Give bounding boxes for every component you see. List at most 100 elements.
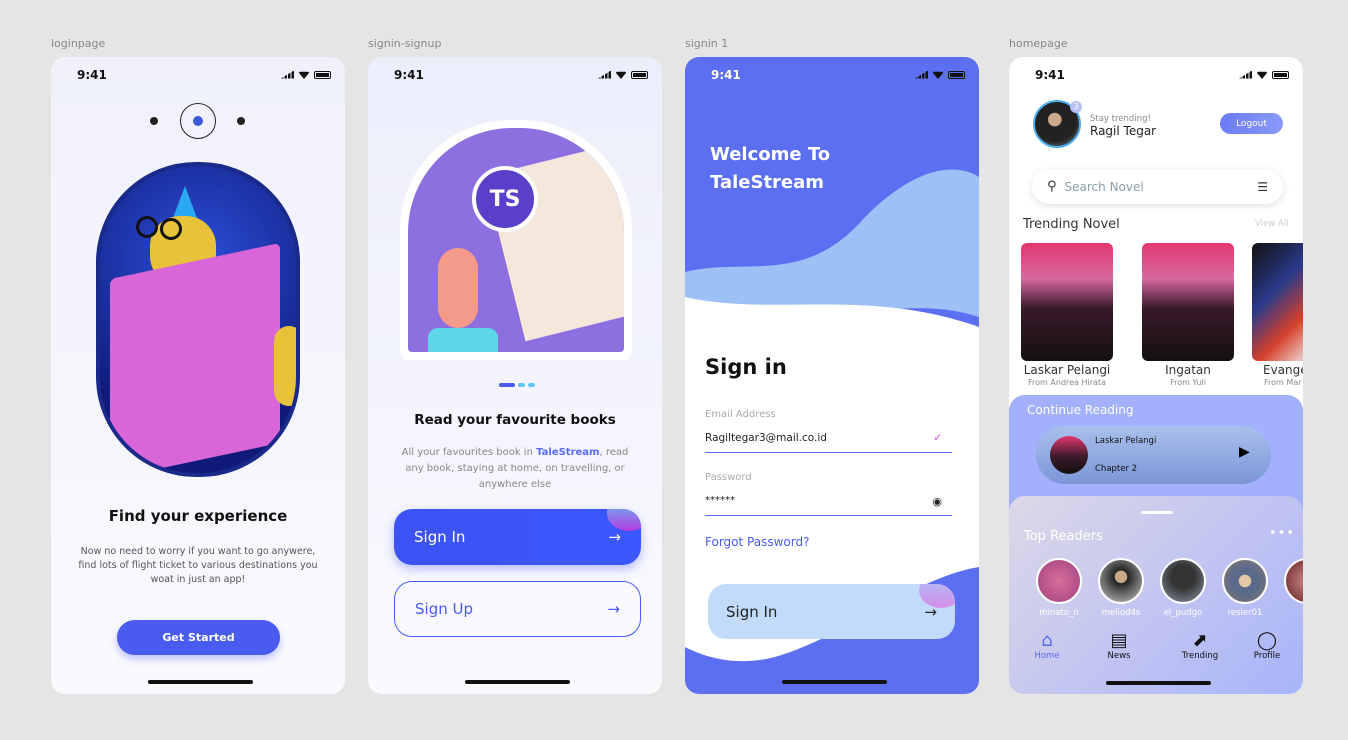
nav-label: Trending [1181,651,1219,661]
trending-icon: ⬈ [1192,630,1208,651]
status-time: 9:41 [711,68,741,82]
novel-cover[interactable] [1021,243,1113,361]
search-icon: ⚲ [1047,179,1057,194]
signin-frame: 9:41 Welcome To TaleStream Sign in Email… [685,57,979,694]
novel-cover[interactable] [1252,243,1303,361]
novel-author: From Andrea Hirata [1028,378,1106,387]
play-icon[interactable]: ▶ [1239,444,1250,460]
reading-illustration [96,162,300,477]
password-field[interactable]: ****** ◉ [705,490,952,516]
frame-label: signin 1 [685,37,729,50]
filter-icon[interactable]: ☰ [1257,180,1268,194]
battery-icon [631,70,648,79]
wifi-icon [932,71,944,79]
profile-icon: ◯ [1256,630,1278,651]
pager-dot[interactable] [528,383,535,387]
search-input[interactable]: ⚲ Search Novel ☰ [1032,169,1283,204]
email-label: Email Address [705,409,776,420]
hand-shape [438,248,478,328]
get-started-button[interactable]: Get Started [117,620,280,655]
page-description: Now no need to worry if you want to go a… [78,546,318,585]
nav-trending[interactable]: ⬈ Trending [1170,630,1230,662]
signal-icon [281,70,294,79]
continue-chapter: Chapter 2 [1095,464,1138,474]
nav-label: Home [1034,651,1060,661]
page-description: All your favourites book in TaleStream, … [392,445,638,493]
reader-avatar[interactable] [1098,558,1144,604]
reader-name: minato_n [1039,608,1079,618]
status-time: 9:41 [77,68,107,82]
top-readers-panel: Top Readers ••• minato_n meliod4s el_pudgo… [1009,496,1303,694]
signal-icon [1239,70,1252,79]
sign-in-button[interactable]: Sign In → [394,509,641,565]
battery-icon [948,70,965,79]
reader-name: resler01 [1227,608,1263,618]
continue-title: Continue Reading [1027,403,1134,417]
signal-icon [598,70,611,79]
status-icons [598,70,648,79]
wifi-icon [1256,71,1268,79]
search-placeholder: Search Novel [1064,179,1144,194]
sign-in-button[interactable]: Sign In → [708,584,955,639]
pager-dot[interactable] [518,383,525,387]
reader-avatar[interactable] [1222,558,1268,604]
news-icon: ▤ [1110,630,1128,651]
glasses-shape [136,216,158,238]
frame-label: homepage [1009,37,1068,50]
novel-author: From Yuli [1170,378,1206,387]
continue-book: Laskar Pelangi [1095,436,1157,446]
novel-title: Evangelion [1263,363,1303,377]
home-indicator [782,680,887,684]
user-name: Ragil Tegar [1090,124,1157,138]
reader-avatar[interactable] [1160,558,1206,604]
reader-avatar[interactable] [1284,558,1303,604]
novel-title: Laskar Pelangi [1023,363,1111,377]
frame-label: loginpage [51,37,106,50]
page-title: Sign in [705,355,787,379]
nav-news[interactable]: ▤ News [1089,630,1149,662]
glasses-shape [160,218,182,240]
nav-label: Profile [1253,651,1281,661]
novel-cover[interactable] [1142,243,1234,361]
home-indicator [1106,681,1211,685]
drag-handle[interactable] [1141,511,1173,514]
sign-up-button[interactable]: Sign Up → [394,581,641,637]
trending-list: Laskar Pelangi From Andrea Hirata Ingata… [1009,243,1303,393]
pager-dot-active[interactable] [180,103,216,139]
email-field[interactable]: Ragiltegar3@mail.co.id ✓ [705,427,952,453]
nav-label: News [1107,651,1131,661]
pager-dot[interactable] [150,117,158,125]
logout-button[interactable]: Logout [1220,113,1283,134]
eye-icon[interactable]: ◉ [932,495,942,515]
brand-name: TaleStream [536,447,600,458]
view-all-link[interactable]: View All [1255,219,1288,229]
check-icon: ✓ [933,432,942,444]
email-value: Ragiltegar3@mail.co.id [705,432,827,444]
button-label: Sign Up [415,600,473,618]
password-label: Password [705,472,752,483]
arrow-right-icon: → [607,600,620,618]
trending-title: Trending Novel [1023,217,1120,232]
status-time: 9:41 [394,68,424,82]
signal-icon [915,70,928,79]
forgot-password-link[interactable]: Forgot Password? [705,535,809,549]
reader-avatar[interactable] [1036,558,1082,604]
page-title: Read your favourite books [414,412,616,428]
home-indicator [465,680,570,684]
signin-signup-frame: 9:41 TS Read your favourite books All yo… [368,57,662,694]
status-icons [281,70,331,79]
home-icon: ⌂ [1041,630,1053,651]
nav-home[interactable]: ⌂ Home [1017,630,1077,662]
wifi-icon [298,71,310,79]
pager-dot-active[interactable] [499,383,515,387]
pager [499,383,535,387]
home-indicator [148,680,253,684]
book-illustration: TS [400,120,632,360]
pager-dot[interactable] [237,117,245,125]
continue-reading-card[interactable]: Laskar Pelangi Chapter 2 ▶ [1036,426,1271,484]
loginpage-frame: 9:41 Find your experience Now no need to… [51,57,345,694]
nav-profile[interactable]: ◯ Profile [1237,630,1297,662]
page-title: Find your experience [108,507,288,525]
book-thumbnail [1050,436,1088,474]
more-icon[interactable]: ••• [1269,526,1295,541]
